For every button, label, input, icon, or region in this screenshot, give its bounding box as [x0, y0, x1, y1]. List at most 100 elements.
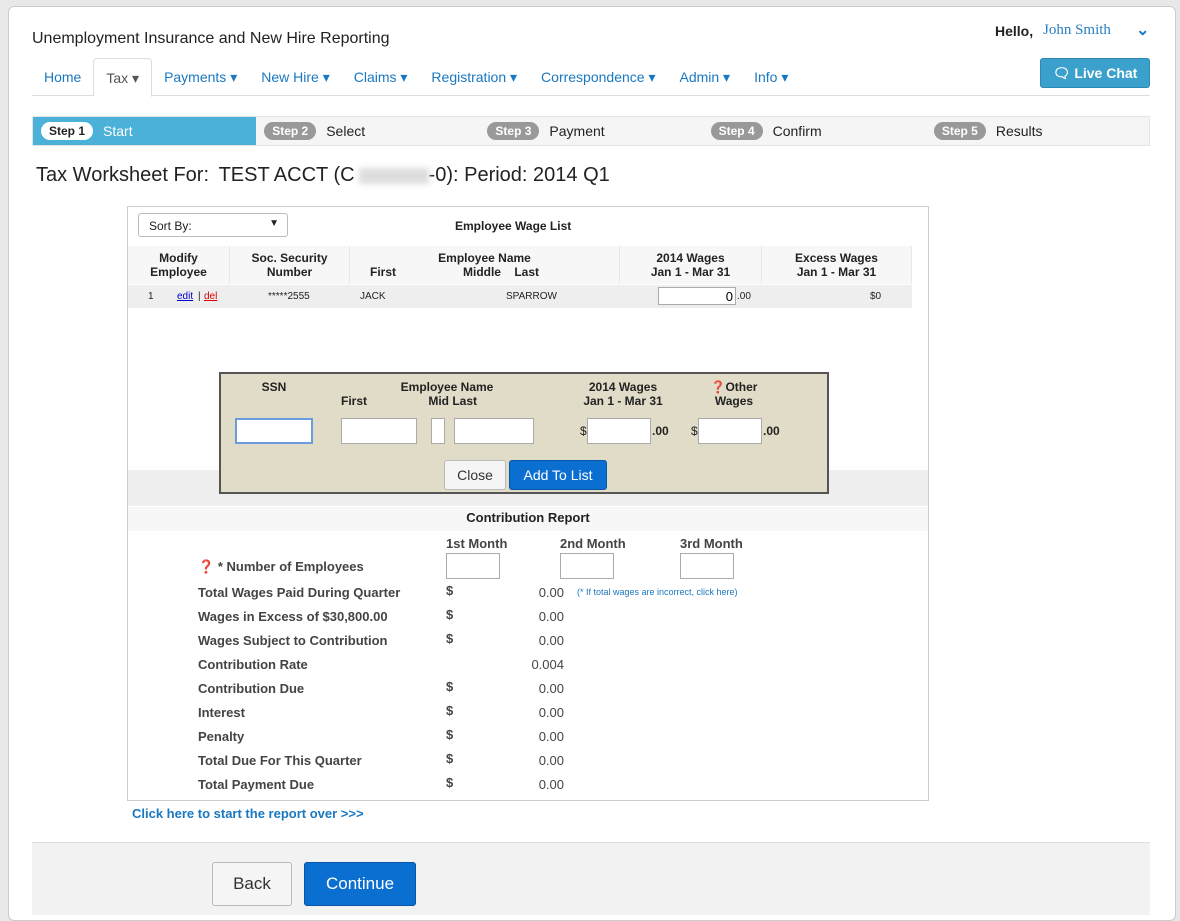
name-header: Employee Name [438, 251, 531, 265]
mid-last-label: Mid Last [428, 394, 477, 408]
restart-report-link[interactable]: Click here to start the report over >>> [132, 806, 364, 821]
nav-info[interactable]: Info ▾ [742, 58, 800, 96]
account-name: TEST ACCT (C [218, 164, 355, 186]
dollar-sign: $ [446, 703, 454, 718]
close-button[interactable]: Close [444, 460, 506, 490]
col-ssn: Soc. Security Number [230, 246, 350, 284]
nav-newhire[interactable]: New Hire ▾ [249, 58, 341, 96]
other-wages-field[interactable] [698, 418, 762, 444]
table-row: 1 edit | del *****2555 JACK SPARROW .00 … [128, 285, 912, 308]
first-name-input[interactable] [341, 418, 417, 444]
ssn-cell: *****2555 [268, 291, 310, 302]
report-row-label: Interest [198, 705, 245, 720]
row-number: 1 [148, 291, 154, 302]
continue-button[interactable]: Continue [304, 862, 416, 906]
incorrect-wages-link[interactable]: (* If total wages are incorrect, click h… [577, 587, 738, 597]
page-title: Tax Worksheet For: TEST ACCT (C -0): Peri… [32, 164, 610, 187]
help-icon[interactable]: ❓ [711, 380, 726, 394]
nav-payments[interactable]: Payments ▾ [152, 58, 249, 96]
num-employees-label: ❓ * Number of Employees [198, 559, 364, 575]
footer-bar [32, 842, 1150, 915]
add-to-list-button[interactable]: Add To List [509, 460, 607, 490]
live-chat-button[interactable]: 🗨 Live Chat [1040, 58, 1150, 88]
dollar-sign: $ [446, 679, 454, 694]
step-label: Payment [549, 123, 605, 139]
dollar-sign: $ [446, 751, 454, 766]
month-2-employees-input[interactable] [560, 553, 614, 579]
col-name: Employee Name First Middle Last [350, 246, 620, 284]
report-row-label: Wages in Excess of $30,800.00 [198, 609, 388, 624]
nav-admin[interactable]: Admin ▾ [667, 58, 742, 96]
nav-registration[interactable]: Registration ▾ [419, 58, 529, 96]
month-1-employees-input[interactable] [446, 553, 500, 579]
wages-input[interactable] [658, 287, 736, 305]
cents-label: .00 [652, 424, 669, 438]
chat-icon: 🗨 [1052, 65, 1075, 81]
dollar-sign: $ [446, 775, 454, 790]
first-name-cell: JACK [360, 291, 386, 302]
month-2-label: 2nd Month [560, 536, 626, 551]
add-employee-dialog: SSN Employee Name First Mid Last 2014 Wage… [219, 372, 829, 494]
redacted-id [358, 167, 429, 184]
dollar-sign: $ [691, 424, 698, 438]
sort-by-select[interactable]: Sort By: ▼ [138, 213, 288, 237]
nav-correspondence[interactable]: Correspondence ▾ [529, 58, 667, 96]
col-excess: Excess Wages Jan 1 - Mar 31 [762, 246, 912, 284]
back-button[interactable]: Back [212, 862, 292, 906]
month-3-employees-input[interactable] [680, 553, 734, 579]
step-badge: Step 1 [41, 122, 94, 140]
user-name[interactable]: John Smith [1043, 22, 1111, 39]
step-label: Confirm [772, 123, 822, 139]
report-row-label: Contribution Due [198, 681, 305, 696]
report-row-value: 0.00 [538, 705, 564, 720]
report-row-label: Wages Subject to Contribution [198, 633, 388, 648]
chevron-down-icon[interactable]: ⌄ [1136, 20, 1149, 40]
step-5: Step 5 Results [926, 117, 1149, 145]
month-1-label: 1st Month [446, 536, 508, 551]
step-label: Results [995, 123, 1043, 139]
step-label: Select [326, 123, 366, 139]
col-wages: 2014 Wages Jan 1 - Mar 31 [620, 246, 762, 284]
report-row-value: 0.00 [538, 585, 564, 600]
excess-cell: $0 [870, 291, 882, 302]
step-badge: Step 2 [264, 122, 317, 140]
num-employees-text: * Number of Employees [217, 559, 364, 574]
hello-label: Hello, [995, 23, 1034, 39]
ssn-header: SSN [261, 380, 287, 394]
cents-label: .00 [737, 291, 751, 302]
report-row-value: 0.00 [538, 609, 564, 624]
nav-tax[interactable]: Tax ▾ [93, 58, 153, 97]
step-progress: Step 1 Start Step 2 Select Step 3 Payment Step… [32, 116, 1150, 146]
ssn-input[interactable] [235, 418, 313, 444]
dropdown-arrow-icon: ▼ [269, 218, 279, 229]
delete-link[interactable]: del [204, 291, 217, 302]
help-icon[interactable]: ❓ [198, 559, 214, 574]
report-row-value: 0.00 [538, 633, 564, 648]
dollar-sign: $ [446, 583, 454, 598]
step-4: Step 4 Confirm [703, 117, 926, 145]
live-chat-label: Live Chat [1074, 65, 1138, 81]
report-row-label: Penalty [198, 729, 245, 744]
middle-initial-input[interactable] [431, 418, 445, 444]
last-name-input[interactable] [454, 418, 534, 444]
period: -0): Period: 2014 Q1 [428, 164, 610, 186]
name-header: Employee Name First Mid Last [327, 380, 567, 408]
report-row-label: Contribution Rate [198, 657, 308, 672]
other-wages-header: ❓Other Wages [679, 380, 789, 408]
contribution-report-title: Contribution Report [128, 507, 928, 531]
wage-list-title: Employee Wage List [455, 219, 572, 233]
report-row-value: 0.00 [538, 729, 564, 744]
wages-header: 2014 Wages Jan 1 - Mar 31 [583, 380, 663, 408]
nav-claims[interactable]: Claims ▾ [342, 58, 420, 96]
first-label: First [341, 394, 368, 408]
wages-field[interactable] [587, 418, 651, 444]
nav-home[interactable]: Home [32, 58, 93, 96]
step-badge: Step 4 [710, 122, 763, 140]
report-row-value: 0.004 [531, 657, 564, 672]
report-row-value: 0.00 [538, 753, 564, 768]
step-3: Step 3 Payment [479, 117, 702, 145]
edit-link[interactable]: edit [177, 291, 193, 302]
dollar-sign: $ [446, 727, 454, 742]
dollar-sign: $ [446, 607, 454, 622]
app-title: Unemployment Insurance and New Hire Repo… [32, 30, 390, 47]
